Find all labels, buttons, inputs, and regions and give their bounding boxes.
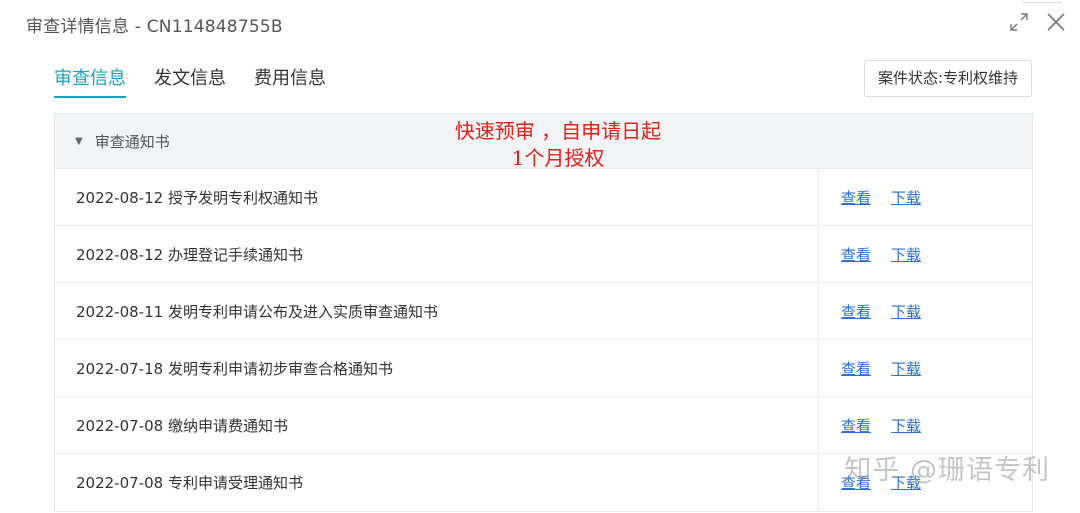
download-link[interactable]: 下载 xyxy=(891,415,921,436)
row-actions: 查看 下载 xyxy=(819,340,1032,396)
annotation-line-2: 1个月授权 xyxy=(511,146,605,170)
window-corner-fragment xyxy=(1022,0,1062,3)
view-link[interactable]: 查看 xyxy=(841,187,871,208)
section-title: 审查通知书 xyxy=(94,132,170,151)
view-link[interactable]: 查看 xyxy=(841,415,871,436)
notice-text: 2022-08-11 发明专利申请公布及进入实质审查通知书 xyxy=(55,283,819,339)
tab-fee-info[interactable]: 费用信息 xyxy=(254,64,326,98)
annotation-line-1: 快速预审 ，自申请日起 xyxy=(454,119,662,143)
view-link[interactable]: 查看 xyxy=(841,301,871,322)
close-icon[interactable] xyxy=(1044,10,1068,34)
caret-down-icon[interactable]: ▼ xyxy=(75,136,83,147)
notice-text: 2022-07-08 专利申请受理通知书 xyxy=(55,454,819,511)
row-actions: 查看 下载 xyxy=(819,169,1032,225)
watermark-text: 知乎 @珊语专利 xyxy=(844,455,1050,486)
dialog-title: 审查详情信息 - CN114848755B xyxy=(26,17,283,37)
row-actions: 查看 下载 xyxy=(819,397,1032,453)
table-row: 2022-08-11 发明专利申请公布及进入实质审查通知书 查看 下载 xyxy=(55,283,1032,340)
row-actions: 查看 下载 xyxy=(819,283,1032,339)
table-row: 2022-07-08 缴纳申请费通知书 查看 下载 xyxy=(55,397,1032,454)
download-link[interactable]: 下载 xyxy=(891,301,921,322)
notice-text: 2022-08-12 办理登记手续通知书 xyxy=(55,226,819,282)
tab-bar: 审查信息 发文信息 费用信息 xyxy=(54,64,326,98)
table-row: 2022-08-12 办理登记手续通知书 查看 下载 xyxy=(55,226,1032,283)
view-link[interactable]: 查看 xyxy=(841,358,871,379)
notice-text: 2022-07-08 缴纳申请费通知书 xyxy=(55,397,819,453)
download-link[interactable]: 下载 xyxy=(891,244,921,265)
table-row: 2022-07-18 发明专利申请初步审查合格通知书 查看 下载 xyxy=(55,340,1032,397)
expand-icon[interactable] xyxy=(1008,11,1030,33)
red-annotation: 快速预审 ，自申请日起 1个月授权 xyxy=(426,118,690,172)
download-link[interactable]: 下载 xyxy=(891,358,921,379)
window-controls xyxy=(1008,10,1068,34)
notice-text: 2022-07-18 发明专利申请初步审查合格通知书 xyxy=(55,340,819,396)
case-status-badge: 案件状态:专利权维持 xyxy=(863,60,1032,97)
table-row: 2022-08-12 授予发明专利权通知书 查看 下载 xyxy=(55,169,1032,226)
tab-review-info[interactable]: 审查信息 xyxy=(54,64,126,98)
row-actions: 查看 下载 xyxy=(819,226,1032,282)
tab-dispatch-info[interactable]: 发文信息 xyxy=(154,64,226,98)
view-link[interactable]: 查看 xyxy=(841,244,871,265)
notice-text: 2022-08-12 授予发明专利权通知书 xyxy=(55,169,819,225)
download-link[interactable]: 下载 xyxy=(891,187,921,208)
